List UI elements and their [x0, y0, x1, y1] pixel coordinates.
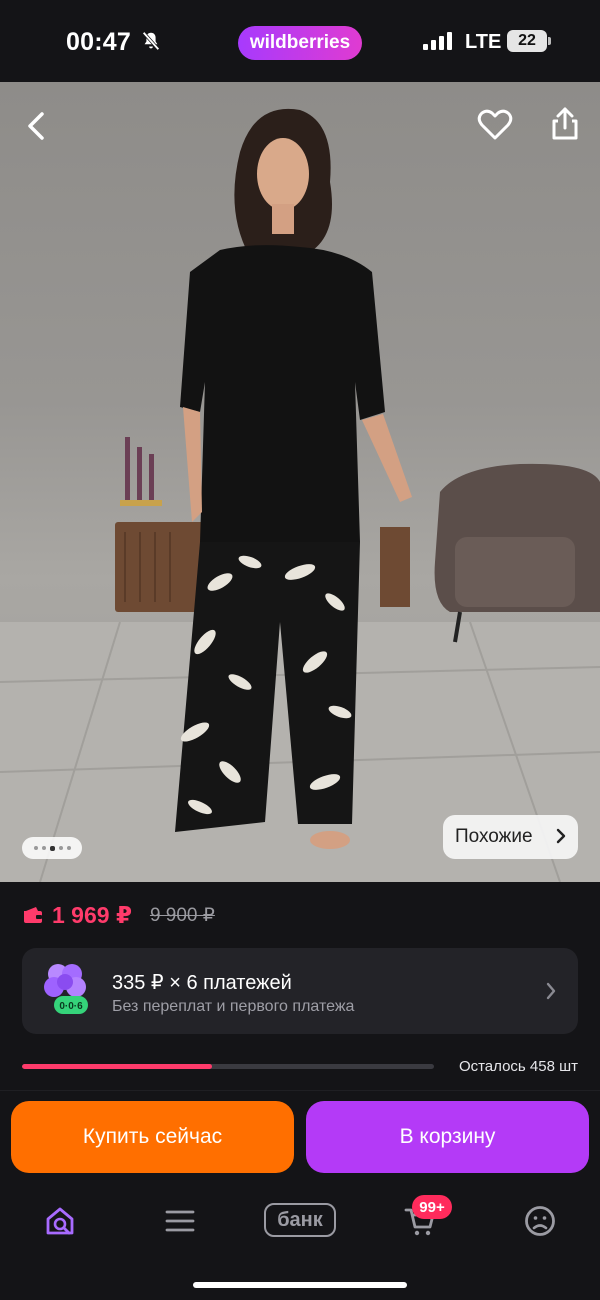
wallet-icon — [24, 907, 42, 923]
tab-bank[interactable]: банк — [264, 1203, 336, 1237]
page-dot-active — [49, 845, 55, 851]
action-bar: Купить сейчас В корзину — [0, 1090, 600, 1185]
buy-now-button[interactable]: Купить сейчас — [11, 1101, 294, 1173]
stock-progress-fill — [22, 1064, 212, 1069]
chevron-right-icon — [556, 828, 566, 844]
profile-icon — [525, 1206, 555, 1236]
similar-label: Похожие — [455, 826, 533, 847]
network-type: LTE — [465, 31, 502, 53]
stock-remaining: Осталось 458 шт — [458, 1058, 578, 1075]
tab-profile[interactable] — [518, 1199, 562, 1243]
product-photo-gallery[interactable]: Похожие — [0, 82, 600, 882]
battery-icon: 22 — [507, 30, 547, 52]
installment-badge: 0·0·6 — [59, 1001, 83, 1012]
cart-count-badge: 99+ — [412, 1195, 452, 1219]
page-dot — [66, 846, 71, 850]
tab-home[interactable] — [38, 1199, 82, 1243]
similar-products-button[interactable]: Похожие — [443, 815, 578, 859]
battery-level: 22 — [518, 32, 536, 49]
battery-tip — [548, 37, 551, 45]
installment-subtitle: Без переплат и первого платежа — [112, 998, 355, 1015]
page-dot — [58, 846, 63, 850]
home-indicator — [193, 1282, 407, 1288]
page-dot — [41, 846, 46, 850]
installment-flower-icon: 0·0·6 — [44, 964, 88, 1014]
cellular-signal-icon — [423, 32, 452, 50]
current-price: 1 969 ₽ — [52, 901, 132, 928]
chevron-right-icon — [546, 982, 556, 1000]
home-search-icon — [46, 1207, 74, 1235]
stock-progress-bar — [22, 1064, 434, 1069]
gallery-page-indicator — [22, 837, 82, 859]
share-icon[interactable] — [547, 104, 583, 144]
old-price: 9 900 ₽ — [149, 904, 215, 926]
bell-muted-icon — [142, 31, 160, 51]
status-bar: 00:47 wildberries LTE 22 — [0, 0, 600, 82]
heart-icon[interactable] — [476, 106, 514, 144]
page-dot — [33, 846, 38, 850]
back-arrow-icon[interactable] — [18, 106, 54, 146]
menu-icon — [165, 1210, 195, 1232]
tab-catalog[interactable] — [158, 1199, 202, 1243]
add-to-cart-button[interactable]: В корзину — [306, 1101, 589, 1173]
price-row: 1 969 ₽ 9 900 ₽ — [22, 900, 215, 930]
installment-card[interactable]: 0·0·6 335 ₽ × 6 платежей Без переплат и … — [22, 948, 578, 1034]
installment-title: 335 ₽ × 6 платежей — [112, 972, 292, 994]
brand-logo: wildberries — [238, 26, 362, 60]
product-photo — [0, 108, 600, 882]
status-time: 00:47 — [66, 28, 131, 56]
